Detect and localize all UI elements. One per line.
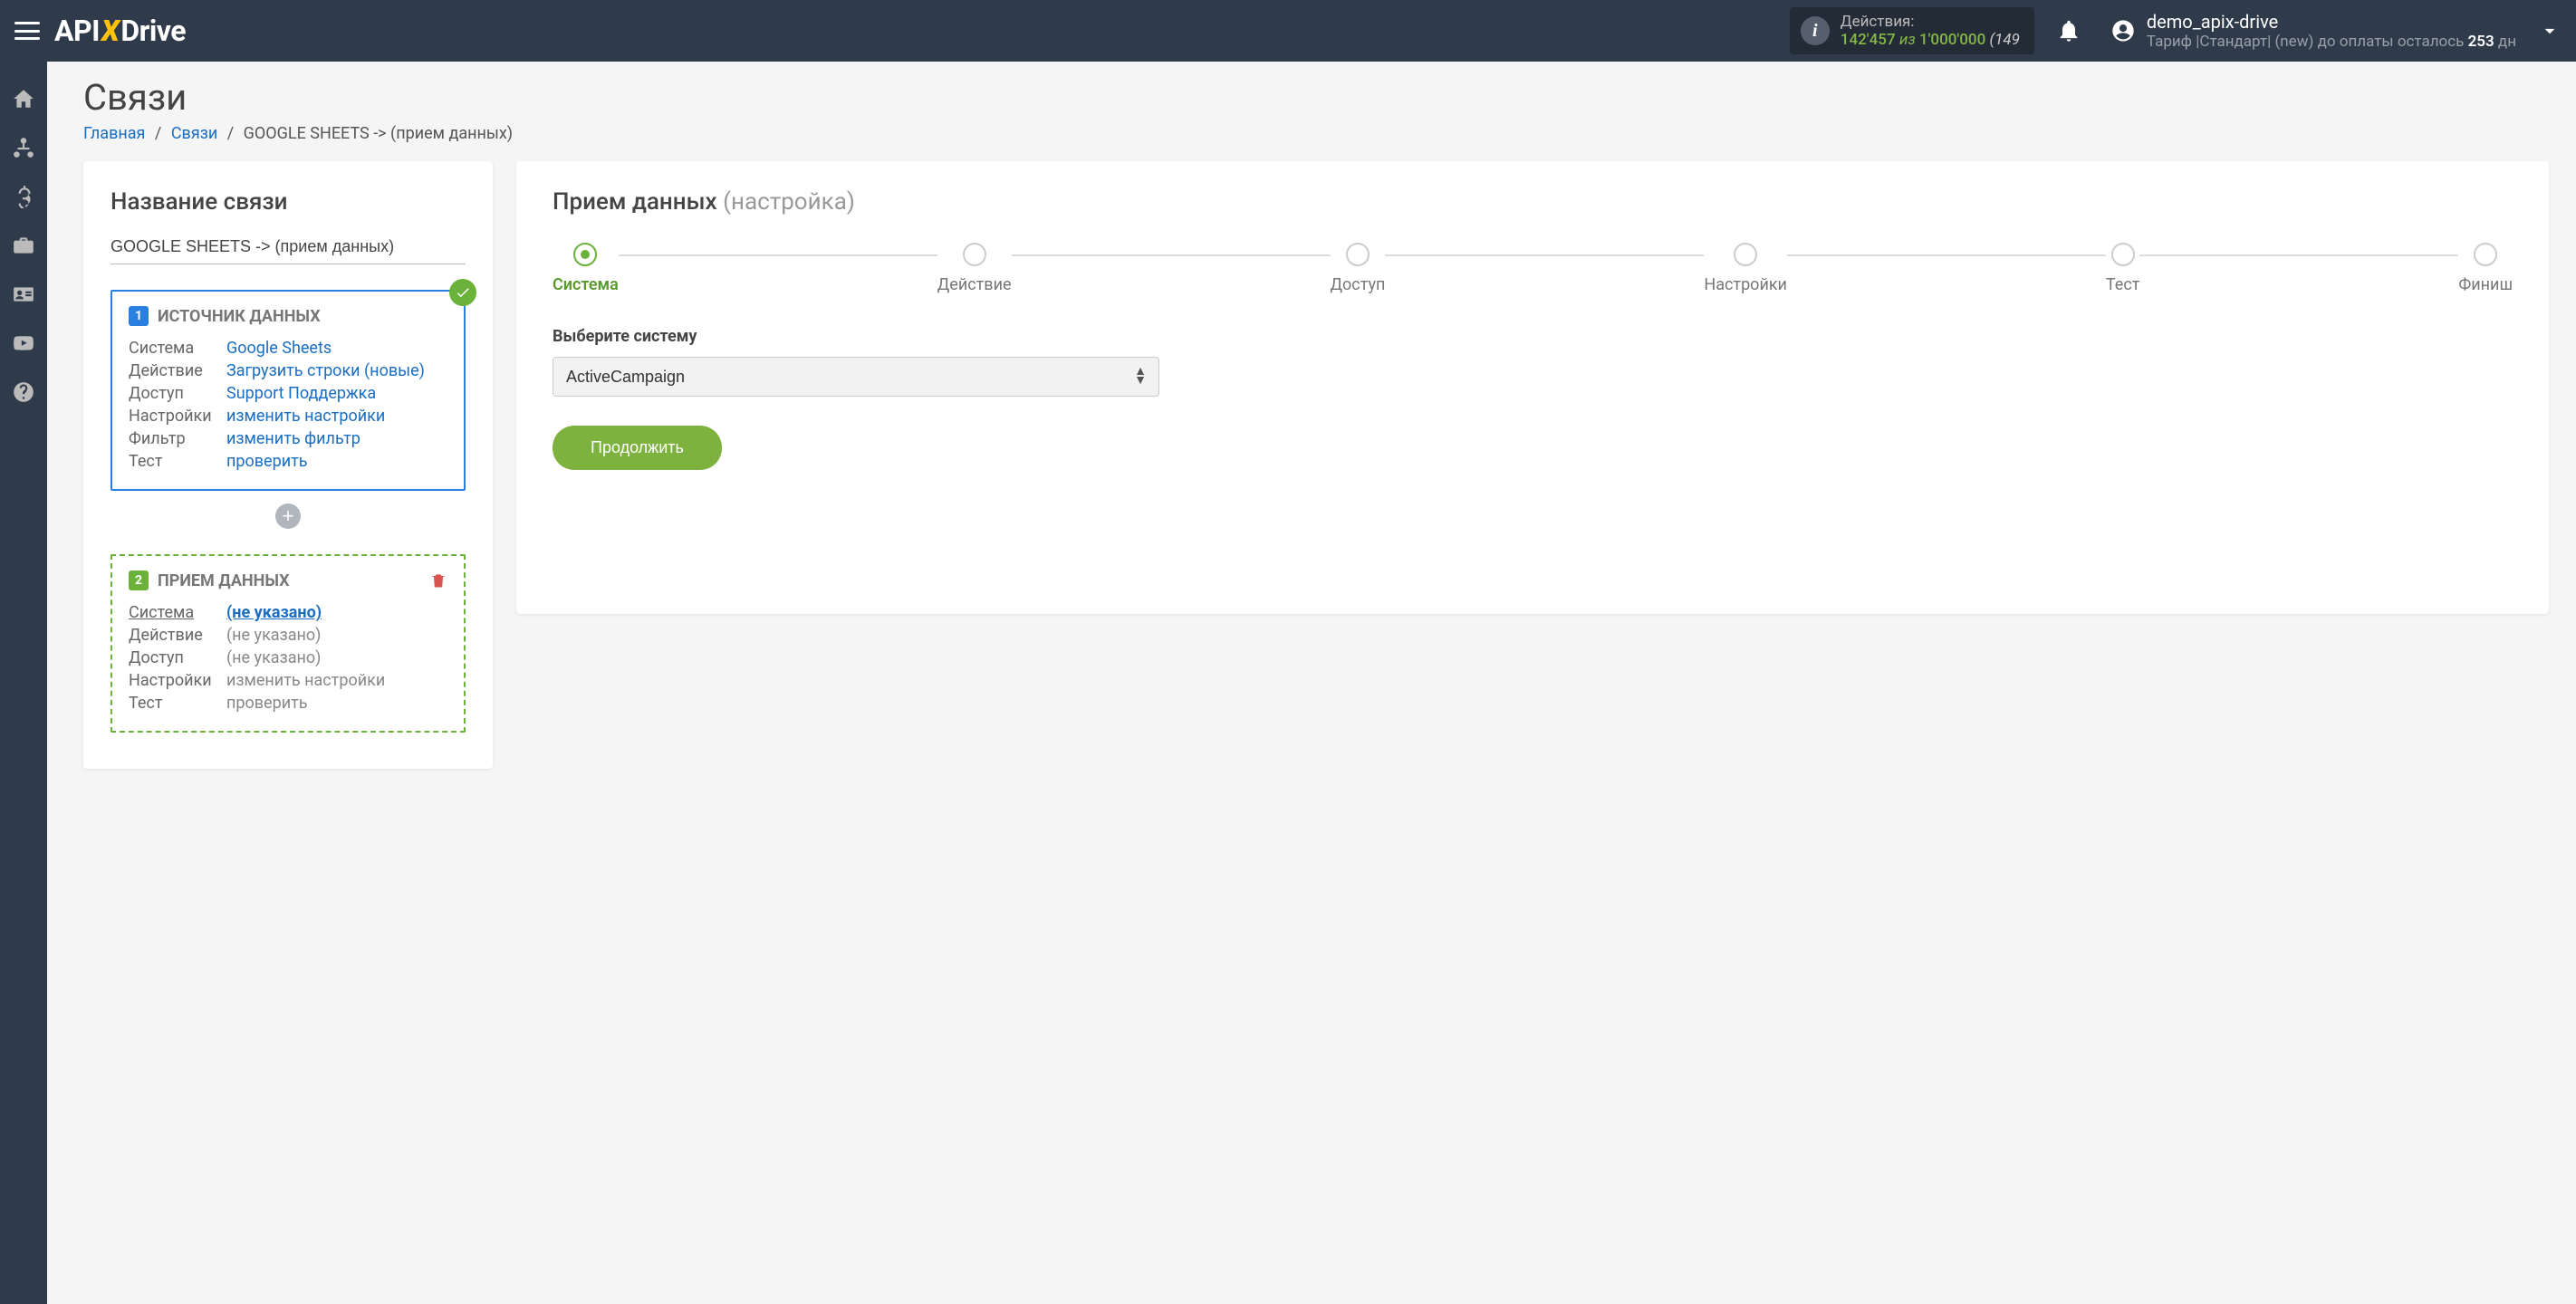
connection-name-heading: Название связи — [111, 188, 466, 216]
check-icon — [455, 284, 471, 301]
source-complete-badge — [449, 279, 476, 306]
breadcrumb-home[interactable]: Главная — [83, 124, 145, 143]
home-icon[interactable] — [12, 87, 35, 110]
billing-icon[interactable] — [12, 185, 35, 208]
step-тест[interactable]: Тест — [2106, 243, 2140, 294]
youtube-icon[interactable] — [12, 331, 35, 355]
step-действие[interactable]: Действие — [937, 243, 1012, 294]
add-step-button[interactable]: + — [275, 503, 301, 529]
breadcrumb-current: GOOGLE SHEETS -> (прием данных) — [244, 124, 513, 143]
source-card: 1 ИСТОЧНИК ДАННЫХ Система Google Sheets … — [111, 290, 466, 491]
menu-toggle-button[interactable] — [14, 18, 40, 43]
logo-part-x: X — [101, 14, 119, 48]
source-step-number: 1 — [129, 306, 149, 326]
delete-destination-button[interactable] — [429, 571, 447, 590]
actions-quota-text: Действия: 142'457 из 1'000'000 (149 — [1841, 13, 2020, 50]
connections-icon[interactable] — [12, 136, 35, 159]
app-logo[interactable]: API X Drive — [54, 14, 186, 48]
user-avatar-icon — [2110, 18, 2136, 43]
dest-system-link[interactable]: (не указано) — [226, 603, 322, 622]
connection-name-input[interactable] — [111, 232, 466, 264]
user-plan: Тариф |Стандарт| (new) до оплаты осталос… — [2147, 33, 2516, 51]
dest-test-value: проверить — [226, 694, 308, 713]
connection-sidebar-panel: Название связи 1 ИСТОЧНИК ДАННЫХ Система… — [83, 161, 493, 769]
configuration-panel: Прием данных (настройка) Система Действие… — [516, 161, 2549, 614]
main-content: Связи Главная / Связи / GOOGLE SHEETS ->… — [47, 62, 2576, 796]
dest-settings-value: изменить настройки — [226, 671, 385, 690]
step-система[interactable]: Система — [553, 243, 619, 294]
logo-part-api: API — [54, 14, 100, 48]
app-header: API X Drive i Действия: 142'457 из 1'000… — [0, 0, 2576, 62]
id-card-icon[interactable] — [12, 283, 35, 306]
source-test-link[interactable]: проверить — [226, 452, 308, 471]
system-select-label: Выберите систему — [553, 327, 2513, 346]
dest-step-number: 2 — [129, 570, 149, 590]
account-dropdown-caret-icon[interactable] — [2538, 19, 2562, 43]
continue-button[interactable]: Продолжить — [553, 426, 722, 470]
config-panel-title: Прием данных (настройка) — [553, 188, 2513, 216]
dest-access-value: (не указано) — [226, 648, 321, 667]
source-system-link[interactable]: Google Sheets — [226, 339, 332, 358]
step-доступ[interactable]: Доступ — [1331, 243, 1386, 294]
step-progress: Система Действие Доступ Настройки Тест Финиш — [553, 243, 2513, 294]
breadcrumb-links[interactable]: Связи — [171, 124, 217, 143]
source-access-link[interactable]: Support Поддержка — [226, 384, 376, 403]
source-card-title: ИСТОЧНИК ДАННЫХ — [158, 307, 321, 326]
briefcase-icon[interactable] — [12, 234, 35, 257]
actions-quota-box[interactable]: i Действия: 142'457 из 1'000'000 (149 — [1790, 7, 2034, 55]
user-block[interactable]: demo_apix-drive Тариф |Стандарт| (new) д… — [2110, 11, 2516, 51]
source-settings-link[interactable]: изменить настройки — [226, 407, 385, 426]
step-финиш[interactable]: Финиш — [2458, 243, 2513, 294]
user-name: demo_apix-drive — [2147, 11, 2516, 33]
system-select[interactable]: ActiveCampaign — [553, 357, 1159, 397]
breadcrumb: Главная / Связи / GOOGLE SHEETS -> (прие… — [83, 124, 2549, 143]
dest-action-value: (не указано) — [226, 626, 321, 645]
info-icon: i — [1801, 16, 1830, 45]
logo-part-drive: Drive — [120, 14, 186, 48]
notifications-icon[interactable] — [2056, 18, 2081, 43]
step-настройки[interactable]: Настройки — [1704, 243, 1787, 294]
help-icon[interactable] — [12, 380, 35, 404]
page-title: Связи — [83, 76, 2549, 119]
destination-card: 2 ПРИЕМ ДАННЫХ Система (не указано) Дейс… — [111, 554, 466, 733]
source-filter-link[interactable]: изменить фильтр — [226, 429, 360, 448]
left-sidebar — [0, 62, 47, 1304]
source-action-link[interactable]: Загрузить строки (новые) — [226, 361, 425, 380]
dest-card-title: ПРИЕМ ДАННЫХ — [158, 571, 290, 590]
